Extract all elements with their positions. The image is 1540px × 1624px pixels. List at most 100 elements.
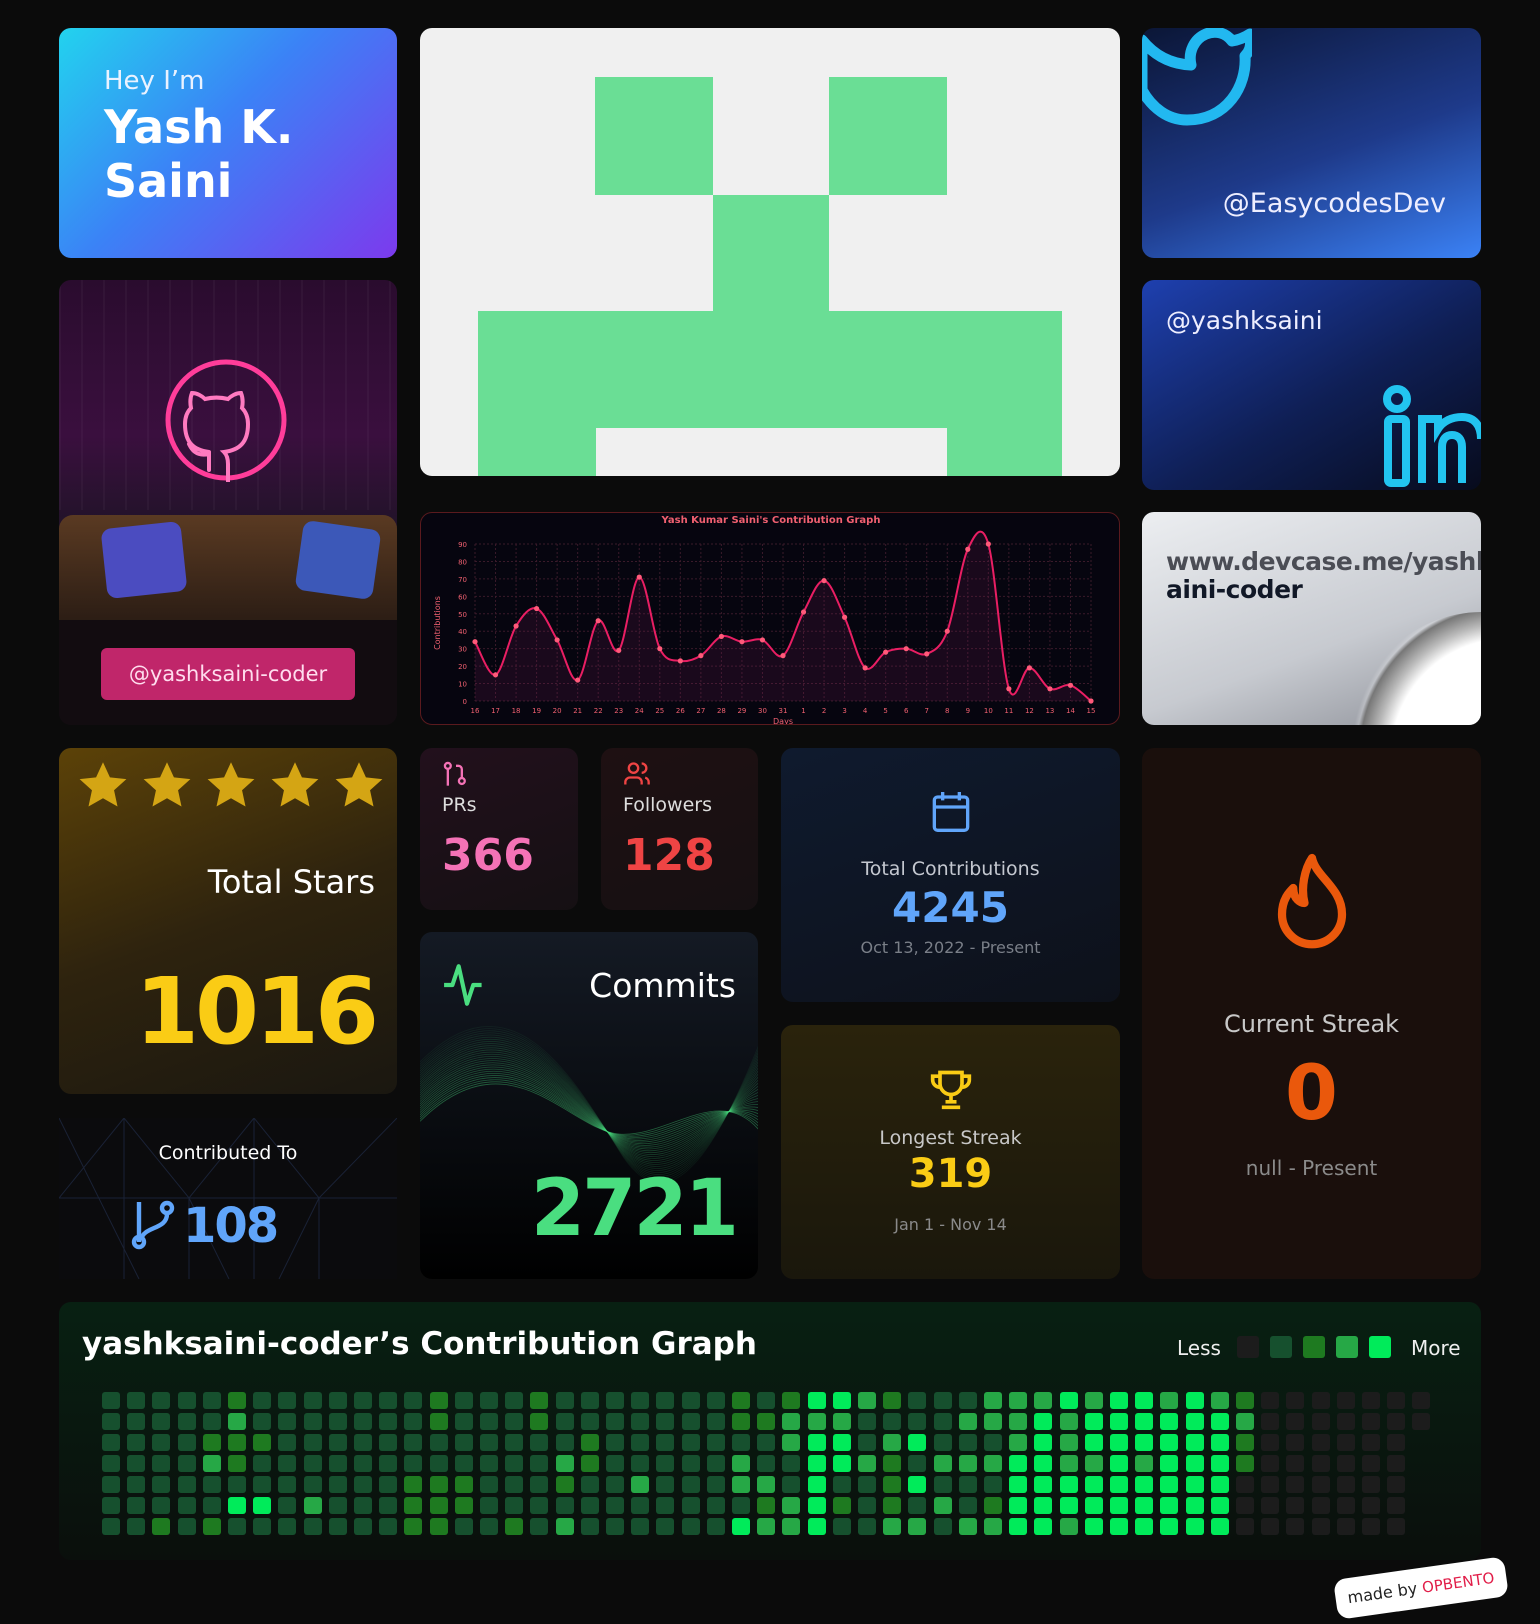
heatmap-cell[interactable] bbox=[303, 1497, 322, 1514]
devcase-card[interactable]: www.devcase.me/yashks aini-coder bbox=[1142, 512, 1481, 725]
heatmap-cell[interactable] bbox=[1185, 1434, 1204, 1451]
heatmap-cell[interactable] bbox=[127, 1455, 146, 1472]
heatmap-cell[interactable] bbox=[278, 1476, 297, 1493]
heatmap-cell[interactable] bbox=[958, 1413, 977, 1430]
heatmap-cell[interactable] bbox=[1362, 1434, 1380, 1451]
heatmap-cell[interactable] bbox=[933, 1392, 952, 1409]
heatmap-cell[interactable] bbox=[328, 1455, 347, 1472]
heatmap-cell[interactable] bbox=[1110, 1497, 1128, 1514]
heatmap-cell[interactable] bbox=[1362, 1476, 1380, 1493]
heatmap-cell[interactable] bbox=[1387, 1392, 1406, 1409]
heatmap-cell[interactable] bbox=[303, 1434, 322, 1451]
heatmap-cell[interactable] bbox=[177, 1392, 196, 1409]
heatmap-cell[interactable] bbox=[404, 1413, 423, 1430]
heatmap-cell[interactable] bbox=[202, 1455, 221, 1472]
heatmap-cell[interactable] bbox=[732, 1413, 750, 1430]
heatmap-cell[interactable] bbox=[1210, 1434, 1229, 1451]
heatmap-cell[interactable] bbox=[102, 1476, 120, 1493]
heatmap-cell[interactable] bbox=[354, 1497, 372, 1514]
heatmap-cell[interactable] bbox=[706, 1497, 725, 1514]
heatmap-cell[interactable] bbox=[706, 1476, 725, 1493]
heatmap-cell[interactable] bbox=[807, 1497, 826, 1514]
heatmap-cell[interactable] bbox=[1135, 1476, 1154, 1493]
data-point[interactable] bbox=[1067, 682, 1074, 688]
heatmap-cell[interactable] bbox=[858, 1476, 876, 1493]
heatmap-cell[interactable] bbox=[1412, 1413, 1431, 1430]
heatmap-cell[interactable] bbox=[757, 1476, 776, 1493]
heatmap-cell[interactable] bbox=[102, 1455, 120, 1472]
heatmap-cell[interactable] bbox=[1336, 1476, 1355, 1493]
data-point[interactable] bbox=[1006, 686, 1012, 692]
heatmap-cell[interactable] bbox=[1210, 1392, 1229, 1409]
heatmap-cell[interactable] bbox=[228, 1455, 246, 1472]
heatmap-cell[interactable] bbox=[807, 1434, 826, 1451]
heatmap-cell[interactable] bbox=[1311, 1476, 1330, 1493]
heatmap-cell[interactable] bbox=[984, 1497, 1002, 1514]
heatmap-cell[interactable] bbox=[606, 1392, 624, 1409]
heatmap-cell[interactable] bbox=[303, 1476, 322, 1493]
heatmap-cell[interactable] bbox=[631, 1434, 650, 1451]
heatmap-cell[interactable] bbox=[1084, 1518, 1103, 1535]
heatmap-cell[interactable] bbox=[253, 1476, 272, 1493]
linkedin-handle[interactable]: @yashksaini bbox=[1166, 306, 1323, 335]
heatmap-cell[interactable] bbox=[404, 1392, 423, 1409]
data-point[interactable] bbox=[595, 618, 601, 624]
data-point[interactable] bbox=[636, 574, 642, 580]
heatmap-cell[interactable] bbox=[782, 1518, 801, 1535]
heatmap-cell[interactable] bbox=[1009, 1413, 1028, 1430]
data-point[interactable] bbox=[1026, 665, 1032, 671]
heatmap-cell[interactable] bbox=[1084, 1434, 1103, 1451]
heatmap-cell[interactable] bbox=[933, 1434, 952, 1451]
heatmap-cell[interactable] bbox=[328, 1497, 347, 1514]
heatmap-cell[interactable] bbox=[832, 1518, 851, 1535]
github-handle[interactable]: @yashksaini-coder bbox=[101, 648, 355, 700]
heatmap-cell[interactable] bbox=[1261, 1434, 1280, 1451]
heatmap-cell[interactable] bbox=[606, 1476, 624, 1493]
heatmap-cell[interactable] bbox=[732, 1476, 750, 1493]
data-point[interactable] bbox=[513, 623, 519, 629]
heatmap-cell[interactable] bbox=[782, 1476, 801, 1493]
heatmap-cell[interactable] bbox=[404, 1476, 423, 1493]
heatmap-cell[interactable] bbox=[656, 1434, 675, 1451]
heatmap-cell[interactable] bbox=[152, 1497, 171, 1514]
heatmap-cell[interactable] bbox=[555, 1476, 574, 1493]
heatmap-cell[interactable] bbox=[354, 1434, 372, 1451]
heatmap-cell[interactable] bbox=[429, 1413, 448, 1430]
heatmap-cell[interactable] bbox=[933, 1476, 952, 1493]
heatmap-cell[interactable] bbox=[1135, 1434, 1154, 1451]
heatmap-cell[interactable] bbox=[429, 1476, 448, 1493]
heatmap-cell[interactable] bbox=[177, 1413, 196, 1430]
heatmap-cell[interactable] bbox=[228, 1413, 246, 1430]
heatmap-cell[interactable] bbox=[202, 1518, 221, 1535]
linkedin-card[interactable]: @yashksaini bbox=[1142, 280, 1481, 490]
heatmap-cell[interactable] bbox=[656, 1476, 675, 1493]
heatmap-cell[interactable] bbox=[883, 1392, 902, 1409]
heatmap-cell[interactable] bbox=[379, 1497, 398, 1514]
heatmap-cell[interactable] bbox=[580, 1434, 599, 1451]
heatmap-cell[interactable] bbox=[1261, 1392, 1280, 1409]
heatmap-cell[interactable] bbox=[202, 1392, 221, 1409]
heatmap-cell[interactable] bbox=[1135, 1497, 1154, 1514]
heatmap-cell[interactable] bbox=[127, 1413, 146, 1430]
data-point[interactable] bbox=[492, 672, 499, 678]
github-card[interactable]: @yashksaini-coder bbox=[59, 280, 397, 725]
heatmap-cell[interactable] bbox=[807, 1455, 826, 1472]
heatmap-cell[interactable] bbox=[858, 1518, 876, 1535]
heatmap-cell[interactable] bbox=[1084, 1392, 1103, 1409]
heatmap-cell[interactable] bbox=[1135, 1392, 1154, 1409]
heatmap-cell[interactable] bbox=[278, 1518, 297, 1535]
heatmap-cell[interactable] bbox=[656, 1392, 675, 1409]
devcase-url[interactable]: www.devcase.me/yashks aini-coder bbox=[1166, 548, 1481, 604]
heatmap-cell[interactable] bbox=[379, 1413, 398, 1430]
heatmap-cell[interactable] bbox=[883, 1413, 902, 1430]
heatmap-cell[interactable] bbox=[1210, 1413, 1229, 1430]
heatmap-cell[interactable] bbox=[1387, 1413, 1406, 1430]
heatmap-cell[interactable] bbox=[1034, 1392, 1053, 1409]
heatmap-cell[interactable] bbox=[631, 1455, 650, 1472]
heatmap-cell[interactable] bbox=[1236, 1455, 1254, 1472]
heatmap-cell[interactable] bbox=[102, 1497, 120, 1514]
heatmap-cell[interactable] bbox=[1387, 1476, 1406, 1493]
heatmap-cell[interactable] bbox=[1387, 1497, 1406, 1514]
heatmap-cell[interactable] bbox=[832, 1497, 851, 1514]
heatmap-cell[interactable] bbox=[1185, 1476, 1204, 1493]
